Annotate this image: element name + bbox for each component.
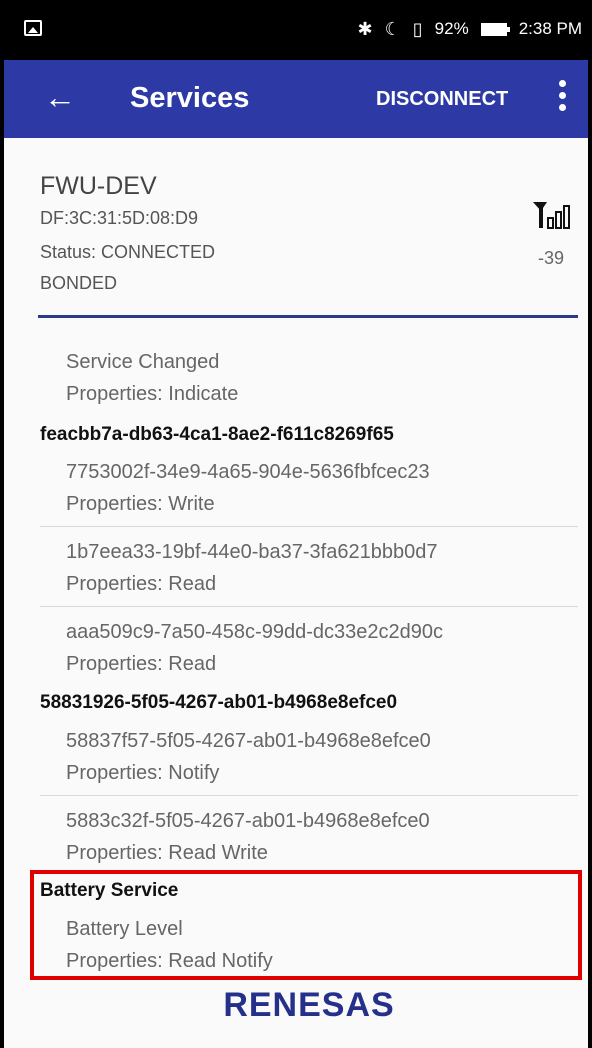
page-title: Services: [130, 82, 250, 114]
device-status: Status: CONNECTED: [40, 242, 216, 262]
app-bar: ← Services DISCONNECT: [4, 60, 588, 138]
characteristic-properties: Properties: Read Write: [66, 842, 268, 864]
service-uuid: 58831926-5f05-4267-ab01-b4968e8efce0: [40, 692, 398, 713]
bluetooth-icon: ✱: [357, 19, 373, 39]
signal-strength-icon: [533, 202, 570, 229]
sd-card-icon: ▯: [412, 19, 423, 39]
characteristic-properties: Properties: Indicate: [66, 383, 239, 405]
image-notification-icon: [24, 20, 42, 36]
overflow-menu-icon[interactable]: [556, 80, 568, 118]
status-bar: ✱ ☾ ▯ 92% 2:38 PM: [4, 0, 588, 60]
characteristic-name[interactable]: aaa509c9-7a50-458c-99dd-dc33e2c2d90c: [66, 621, 443, 644]
service-uuid: feacbb7a-db63-4ca1-8ae2-f611c8269f65: [40, 424, 394, 445]
list-divider: [40, 526, 578, 527]
back-arrow-icon[interactable]: ←: [44, 77, 76, 117]
phone-screen: ✱ ☾ ▯ 92% 2:38 PM ← Services DISCONNECT …: [0, 0, 592, 1048]
device-address: DF:3C:31:5D:08:D9: [40, 208, 199, 228]
battery-icon: [480, 22, 510, 36]
characteristic-name[interactable]: 5883c32f-5f05-4267-ab01-b4968e8efce0: [66, 810, 430, 833]
characteristic-name[interactable]: Service Changed: [66, 351, 219, 374]
disconnect-button[interactable]: DISCONNECT: [376, 84, 508, 114]
characteristic-properties: Properties: Read: [66, 653, 217, 675]
characteristic-properties: Properties: Read: [66, 573, 217, 595]
device-bond-state: BONDED: [40, 273, 118, 293]
svg-text:RENESAS: RENESAS: [223, 986, 394, 1024]
renesas-logo: RENESAS: [223, 986, 394, 1024]
characteristic-properties: Properties: Notify: [66, 762, 220, 784]
battery-service-highlight-box: [30, 870, 582, 980]
alarm-icon: ☾: [384, 19, 401, 39]
header-divider: [38, 315, 578, 318]
battery-percent: 92%: [434, 19, 469, 38]
characteristic-name[interactable]: 1b7eea33-19bf-44e0-ba37-3fa621bbb0d7: [66, 541, 437, 564]
characteristic-name[interactable]: 7753002f-34e9-4a65-904e-5636fbfcec23: [66, 461, 430, 484]
list-divider: [40, 606, 578, 607]
list-divider: [40, 795, 578, 796]
device-name: FWU-DEV: [40, 172, 157, 200]
clock: 2:38 PM: [518, 19, 582, 38]
rssi-value: -39: [538, 248, 565, 268]
characteristic-name[interactable]: 58837f57-5f05-4267-ab01-b4968e8efce0: [66, 730, 431, 753]
characteristic-properties: Properties: Write: [66, 493, 215, 515]
